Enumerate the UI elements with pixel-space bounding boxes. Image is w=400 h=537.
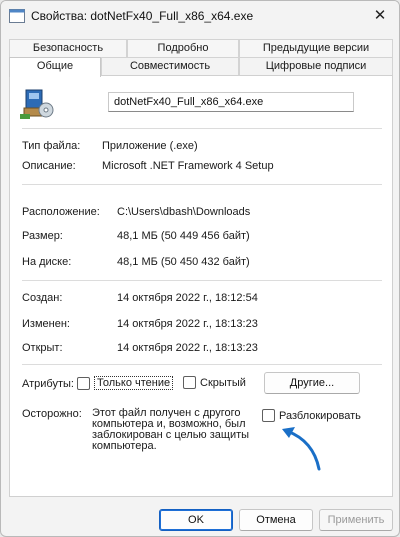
other-attributes-button[interactable]: Другие... (264, 372, 360, 394)
tab-digital-signatures[interactable]: Цифровые подписи (239, 57, 393, 75)
separator (22, 280, 382, 281)
annotation-arrow-icon (282, 427, 321, 471)
unblock-checkbox-label[interactable]: Разблокировать (279, 410, 361, 422)
size-value: 48,1 МБ (50 449 456 байт) (117, 230, 250, 242)
apply-button[interactable]: Применить (319, 509, 393, 531)
size-label: Размер: (22, 230, 63, 242)
on-disk-value: 48,1 МБ (50 450 432 байт) (117, 256, 250, 268)
warning-text: Этот файл получен с другого компьютера и… (92, 407, 250, 452)
tabs-front-row: Общие Совместимость Цифровые подписи (9, 57, 393, 77)
general-panel: Тип файла: Приложение (.exe) Описание: M… (9, 75, 393, 497)
installer-app-icon (20, 89, 54, 119)
window-title: Свойства: dotNetFx40_Full_x86_x64.exe (31, 9, 254, 23)
created-label: Создан: (22, 292, 63, 304)
file-type-value: Приложение (.exe) (102, 140, 198, 152)
hidden-checkbox-label[interactable]: Скрытый (200, 377, 246, 389)
separator (22, 364, 382, 365)
tab-details[interactable]: Подробно (127, 39, 239, 57)
modified-label: Изменен: (22, 318, 70, 330)
location-label: Расположение: (22, 206, 100, 218)
attributes-label: Атрибуты: (22, 378, 74, 390)
tab-security[interactable]: Безопасность (9, 39, 127, 57)
location-value: C:\Users\dbash\Downloads (117, 206, 251, 218)
title-bar[interactable]: Свойства: dotNetFx40_Full_x86_x64.exe ✕ (1, 1, 399, 31)
created-value: 14 октября 2022 г., 18:12:54 (117, 292, 258, 304)
warning-label: Осторожно: (22, 408, 82, 420)
tab-compatibility[interactable]: Совместимость (101, 57, 239, 75)
separator (22, 184, 382, 185)
description-label: Описание: (22, 160, 76, 172)
tab-previous-versions[interactable]: Предыдущие версии (239, 39, 393, 57)
ok-button[interactable]: OK (159, 509, 233, 531)
opened-label: Открыт: (22, 342, 63, 354)
cancel-button[interactable]: Отмена (239, 509, 313, 531)
file-type-label: Тип файла: (22, 140, 81, 152)
modified-value: 14 октября 2022 г., 18:13:23 (117, 318, 258, 330)
window-icon (9, 9, 25, 23)
unblock-checkbox[interactable]: Разблокировать (262, 409, 361, 422)
hidden-checkbox-box[interactable] (183, 376, 196, 389)
close-icon[interactable]: ✕ (371, 7, 389, 25)
hidden-checkbox[interactable]: Скрытый (183, 376, 246, 389)
properties-window: Свойства: dotNetFx40_Full_x86_x64.exe ✕ … (0, 0, 400, 537)
tab-general[interactable]: Общие (9, 57, 101, 77)
description-value: Microsoft .NET Framework 4 Setup (102, 160, 274, 172)
unblock-checkbox-box[interactable] (262, 409, 275, 422)
readonly-checkbox-label[interactable]: Только чтение (94, 376, 174, 390)
tabs-back-row: Безопасность Подробно Предыдущие версии (9, 39, 393, 57)
readonly-checkbox-box[interactable] (77, 376, 90, 390)
readonly-checkbox[interactable]: Только чтение (77, 376, 174, 390)
file-name-input[interactable] (108, 92, 354, 112)
separator (22, 128, 382, 129)
opened-value: 14 октября 2022 г., 18:13:23 (117, 342, 258, 354)
on-disk-label: На диске: (22, 256, 72, 268)
